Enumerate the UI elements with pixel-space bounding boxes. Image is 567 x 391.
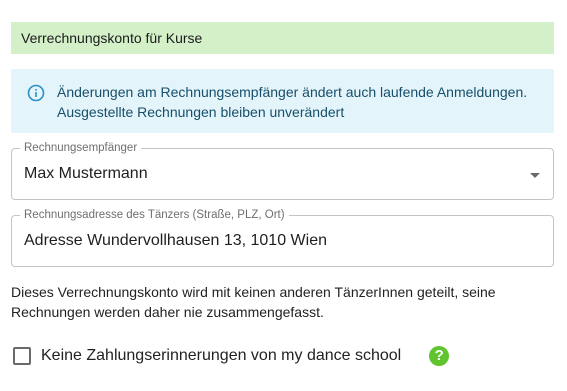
- shared-account-note: Dieses Verrechnungskonto wird mit keinen…: [11, 282, 541, 322]
- address-field[interactable]: Rechnungsadresse des Tänzers (Straße, PL…: [11, 208, 554, 267]
- info-message: Änderungen am Rechnungsempfänger ändert …: [57, 82, 527, 122]
- info-line-2: Ausgestellte Rechnungen bleiben unveränd…: [57, 104, 345, 120]
- no-reminders-checkbox[interactable]: [13, 347, 31, 365]
- info-alert: Änderungen am Rechnungsempfänger ändert …: [11, 69, 554, 133]
- section-header: Verrechnungskonto für Kurse: [11, 22, 554, 54]
- recipient-select[interactable]: Rechnungsempfänger Max Mustermann: [11, 141, 554, 200]
- note-line-1: Dieses Verrechnungskonto wird mit keinen…: [11, 284, 496, 300]
- info-icon: [27, 84, 45, 102]
- info-line-1: Änderungen am Rechnungsempfänger ändert …: [57, 84, 528, 100]
- help-icon[interactable]: ?: [429, 346, 450, 366]
- chevron-down-icon[interactable]: [530, 173, 540, 178]
- address-value: Adresse Wundervollhausen 13, 1010 Wien: [24, 232, 327, 249]
- recipient-value: Max Mustermann: [24, 165, 148, 182]
- note-line-2: Rechnungen werden daher nie zusammengefa…: [11, 304, 324, 320]
- no-reminders-label[interactable]: Keine Zahlungserinnerungen von my dance …: [41, 347, 401, 365]
- recipient-label: Rechnungsempfänger: [20, 141, 142, 155]
- section-title: Verrechnungskonto für Kurse: [21, 30, 203, 46]
- address-label: Rechnungsadresse des Tänzers (Straße, PL…: [20, 208, 289, 222]
- no-reminders-option[interactable]: Keine Zahlungserinnerungen von my dance …: [13, 345, 450, 367]
